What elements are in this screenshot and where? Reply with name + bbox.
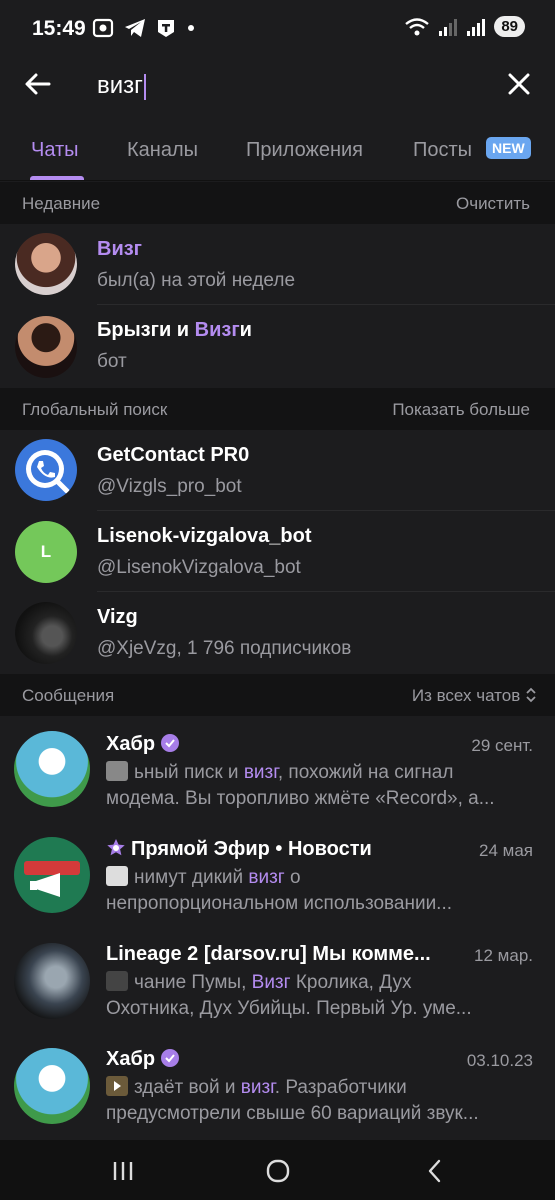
status-bar: 15:49 89: [0, 0, 555, 60]
telegram-icon: [125, 19, 145, 37]
recent-item[interactable]: Брызги и Визги бот: [0, 305, 555, 386]
recent-header: Недавние Очистить: [0, 182, 555, 224]
result-name: Vizg: [97, 606, 138, 628]
tab-chats[interactable]: Чаты: [31, 139, 79, 162]
contact-avatar: [15, 233, 77, 295]
message-snippet-line2: непропорциональном использовании...: [106, 893, 453, 914]
message-chat-title: Хабр: [106, 1048, 180, 1071]
message-chat-title: Прямой Эфир • Новости: [106, 838, 372, 861]
media-thumbnail: [106, 866, 128, 886]
messages-title: Сообщения: [22, 686, 115, 705]
letter-avatar: L: [15, 521, 77, 583]
verified-icon: [161, 734, 180, 752]
search-query-text: визг: [97, 72, 143, 99]
contact-status: был(а) на этой неделе: [97, 270, 296, 291]
bot-name: Брызги и Визги: [97, 319, 252, 341]
search-tabs: Чаты Каналы Приложения Посты: [0, 125, 555, 181]
phone-search-icon: [26, 450, 70, 494]
result-name: GetContact PR0: [97, 444, 250, 466]
recent-apps-button[interactable]: [108, 1156, 138, 1186]
message-snippet-line2: Охотника, Дух Убийцы. Первый Ур. уме...: [106, 998, 472, 1019]
message-result[interactable]: Хабр 29 сент. ьный писк и визг, похожий …: [0, 716, 555, 821]
verified-icon: [161, 1049, 180, 1067]
habr-avatar: [14, 1048, 90, 1124]
getcontact-avatar: [15, 439, 77, 501]
system-back-button[interactable]: [420, 1156, 450, 1186]
message-result[interactable]: Хабр 03.10.23 здаёт вой и визг. Разработ…: [0, 1031, 555, 1136]
search-bar: визг: [0, 60, 555, 110]
battery-indicator: 89: [494, 16, 525, 37]
megaphone-icon: [24, 861, 80, 897]
wifi-icon: [405, 17, 430, 35]
star-badge-icon: [107, 839, 125, 856]
status-time: 15:49: [32, 17, 86, 40]
pryamoy-efir-avatar: [14, 837, 90, 913]
message-snippet-line2: предусмотрели свыше 60 вариаций звук...: [106, 1103, 479, 1124]
message-date: 29 сент.: [471, 736, 533, 755]
clear-search-button[interactable]: [503, 68, 535, 100]
active-tab-indicator: [30, 176, 84, 180]
channel-avatar: [15, 602, 77, 664]
result-name: Lisenok-vizgalova_bot: [97, 525, 312, 547]
clear-recent-button[interactable]: Очистить: [456, 194, 530, 214]
result-username: @XjeVzg, 1 796 подписчиков: [97, 638, 352, 659]
message-chat-title: Хабр: [106, 733, 180, 756]
status-icons-left: [92, 18, 196, 38]
media-thumbnail: [106, 971, 128, 991]
recent-title: Недавние: [22, 194, 101, 213]
system-nav-bar: [0, 1140, 555, 1200]
global-header: Глобальный поиск Показать больше: [0, 388, 555, 430]
tab-channels[interactable]: Каналы: [127, 139, 198, 162]
message-snippet-line1: здаёт вой и визг. Разработчики: [106, 1076, 536, 1099]
media-thumbnail: [106, 761, 128, 781]
play-icon: [114, 1081, 121, 1091]
message-chat-title: Lineage 2 [darsov.ru] Мы комме...: [106, 943, 431, 965]
bot-avatar: [15, 316, 77, 378]
lineage-avatar: [14, 943, 90, 1019]
message-date: 03.10.23: [466, 1051, 533, 1070]
text-caret: [143, 73, 146, 100]
message-result[interactable]: Lineage 2 [darsov.ru] Мы комме... 12 мар…: [0, 926, 555, 1031]
message-snippet-line1: чание Пумы, Визг Кролика, Дух: [106, 971, 536, 994]
message-snippet-line1: нимут дикий визг о: [106, 866, 536, 889]
global-result[interactable]: L Lisenok-vizgalova_bot @LisenokVizgalov…: [0, 511, 555, 592]
show-more-button[interactable]: Показать больше: [392, 400, 530, 420]
tab-apps[interactable]: Приложения: [246, 139, 363, 162]
result-username: @LisenokVizgalova_bot: [97, 557, 301, 578]
global-result[interactable]: Vizg @XjeVzg, 1 796 подписчиков: [0, 592, 555, 673]
habr-avatar: [14, 731, 90, 807]
global-title: Глобальный поиск: [22, 400, 168, 419]
home-button[interactable]: [263, 1156, 293, 1186]
bot-label: бот: [97, 351, 127, 372]
chat-filter-label: Из всех чатов: [411, 686, 521, 705]
message-snippet-line2: модема. Вы торопливо жмёте «Record», а..…: [106, 788, 495, 809]
search-input[interactable]: визг: [97, 72, 146, 100]
recent-item[interactable]: Визг был(а) на этой неделе: [0, 224, 555, 305]
chevron-updown-icon: [526, 687, 536, 703]
signal-icon: [439, 18, 458, 36]
global-result[interactable]: GetContact PR0 @Vizgls_pro_bot: [0, 430, 555, 511]
dot-icon: [188, 25, 194, 31]
tab-posts[interactable]: Посты: [413, 139, 472, 162]
message-date: 24 мая: [479, 841, 533, 860]
app-icon: [158, 20, 174, 37]
contact-name: Визг: [97, 238, 143, 260]
result-username: @Vizgls_pro_bot: [97, 476, 242, 497]
new-badge: NEW: [486, 137, 531, 159]
back-button[interactable]: [22, 68, 54, 100]
video-thumbnail: [106, 1076, 128, 1096]
message-snippet-line1: ьный писк и визг, похожий на сигнал: [106, 761, 536, 784]
signal-r-icon: [467, 18, 486, 36]
screenshot-icon: [92, 18, 114, 38]
message-date: 12 мар.: [474, 946, 533, 965]
messages-header: Сообщения Из всех чатов: [0, 674, 555, 716]
status-icons-right: 89: [404, 16, 525, 37]
chat-filter-dropdown[interactable]: Из всех чатов: [412, 686, 537, 706]
message-result[interactable]: Прямой Эфир • Новости 24 мая нимут дикий…: [0, 821, 555, 926]
